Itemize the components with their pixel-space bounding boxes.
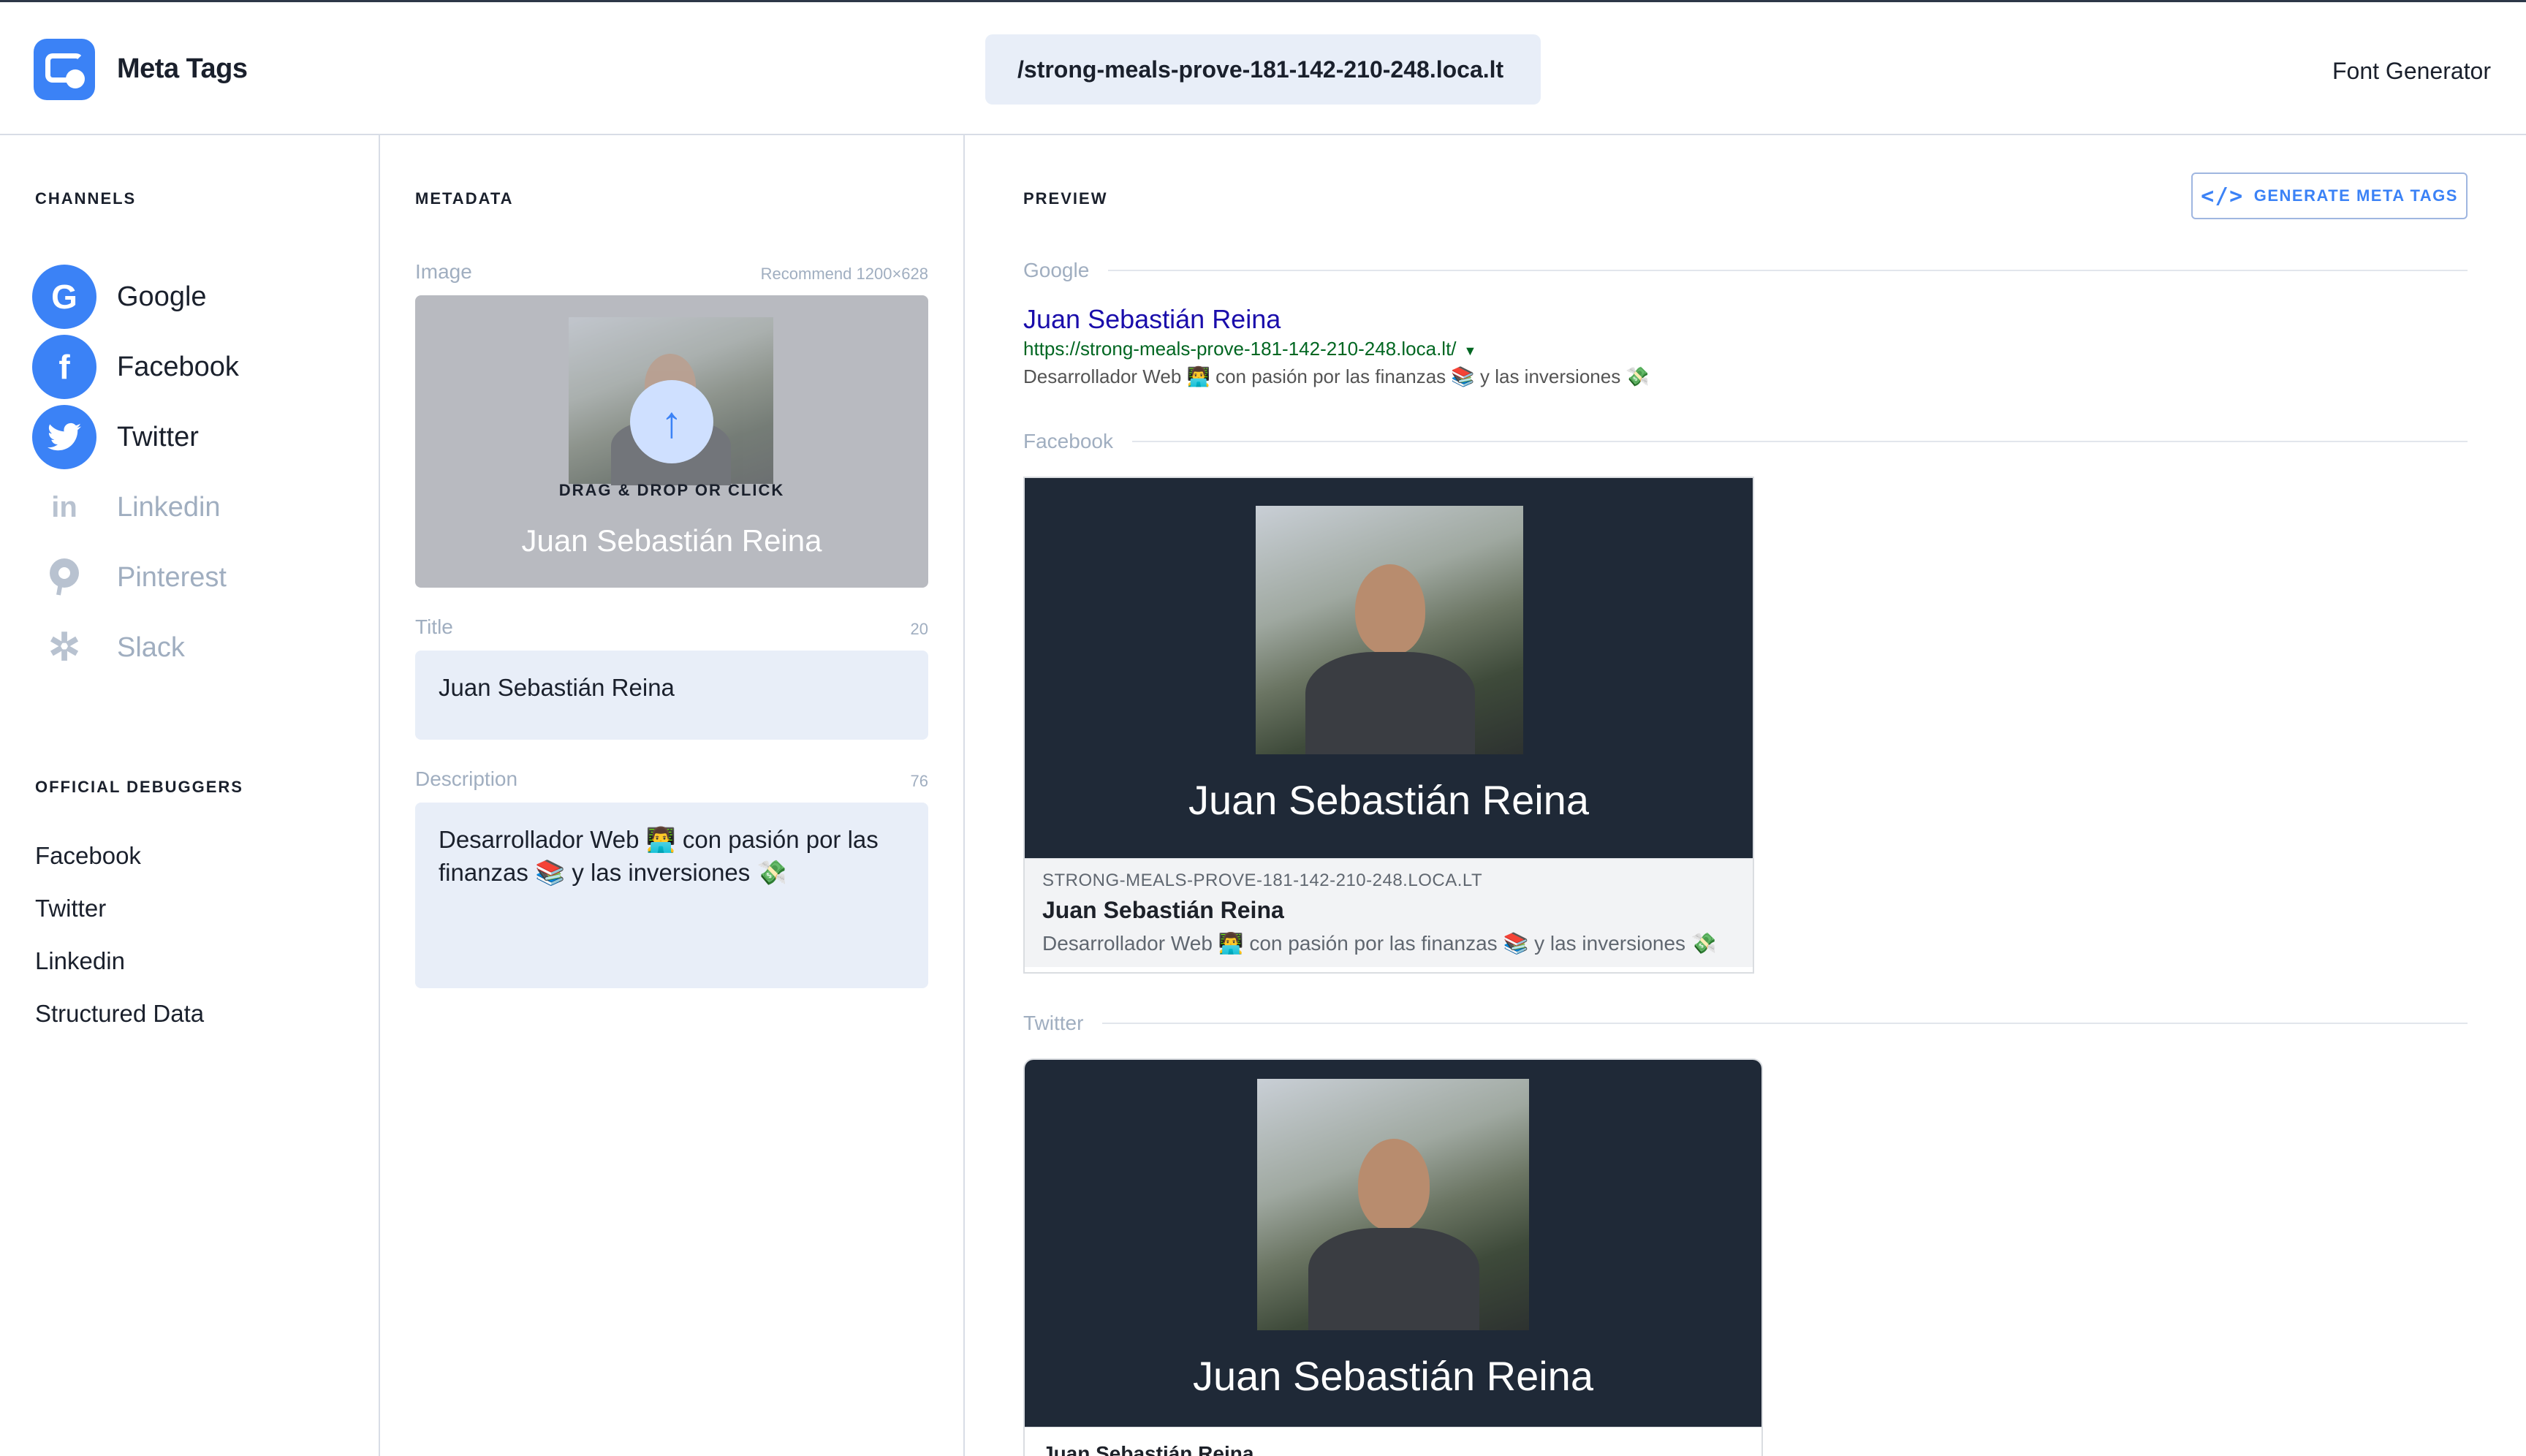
brand-name[interactable]: Meta Tags bbox=[117, 53, 248, 85]
channel-slack[interactable]: ✲ Slack bbox=[32, 615, 339, 680]
facebook-card-title: Juan Sebastián Reina bbox=[1042, 897, 1284, 923]
channel-pinterest[interactable]: Pinterest bbox=[32, 545, 339, 610]
debuggers-heading: OFFICIAL DEBUGGERS bbox=[35, 778, 243, 796]
preview-heading: PREVIEW bbox=[1023, 189, 1108, 208]
twitter-card-meta: Juan Sebastián Reina bbox=[1025, 1427, 1761, 1456]
google-section-header: Google bbox=[1023, 256, 2468, 285]
google-result-description: Desarrollador Web 👨‍💻 con pasión por las… bbox=[1023, 365, 1650, 387]
generate-button-label: GENERATE META TAGS bbox=[2253, 186, 2458, 205]
channel-google[interactable]: G Google bbox=[32, 265, 339, 329]
meta-tags-logo-icon[interactable] bbox=[34, 39, 95, 100]
linkedin-icon: in bbox=[51, 490, 77, 523]
facebook-section-header: Facebook bbox=[1023, 427, 2468, 456]
description-label: Description bbox=[415, 767, 518, 790]
facebook-card-domain: STRONG-MEALS-PROVE-181-142-210-248.LOCA.… bbox=[1042, 871, 1483, 890]
slack-icon: ✲ bbox=[48, 626, 80, 669]
profile-photo bbox=[1256, 506, 1523, 754]
twitter-image-title: Juan Sebastián Reina bbox=[1193, 1353, 1593, 1399]
title-label: Title bbox=[415, 615, 453, 638]
twitter-section-header: Twitter bbox=[1023, 1009, 2468, 1038]
channel-label: Slack bbox=[117, 632, 185, 663]
channel-linkedin[interactable]: in Linkedin bbox=[32, 475, 339, 539]
title-char-count: 20 bbox=[910, 620, 928, 638]
image-size-hint: Recommend 1200×628 bbox=[760, 265, 928, 283]
channel-label: Pinterest bbox=[117, 561, 227, 593]
pinterest-icon bbox=[32, 545, 96, 610]
dropdown-caret-icon: ▼ bbox=[1463, 344, 1477, 358]
header: Meta Tags Font Generator bbox=[0, 2, 2526, 135]
google-icon: G bbox=[32, 265, 96, 329]
twitter-section-label: Twitter bbox=[1023, 1012, 1084, 1034]
facebook-section-label: Facebook bbox=[1023, 430, 1113, 452]
debugger-facebook-link[interactable]: Facebook bbox=[35, 842, 141, 870]
image-dropzone[interactable]: ↑ DRAG & DROP OR CLICK Juan Sebastián Re… bbox=[415, 295, 928, 588]
facebook-icon: f bbox=[32, 335, 96, 399]
facebook-card-image: Juan Sebastián Reina bbox=[1025, 478, 1753, 858]
channel-label: Google bbox=[117, 281, 207, 312]
metadata-divider bbox=[963, 135, 965, 1456]
image-label: Image bbox=[415, 260, 472, 283]
debugger-structured-data-link[interactable]: Structured Data bbox=[35, 1000, 204, 1028]
channel-label: Linkedin bbox=[117, 491, 221, 523]
twitter-icon bbox=[32, 405, 96, 469]
channels-heading: CHANNELS bbox=[35, 189, 137, 208]
generate-meta-tags-button[interactable]: </> GENERATE META TAGS bbox=[2191, 172, 2468, 219]
facebook-image-title: Juan Sebastián Reina bbox=[1188, 777, 1589, 823]
twitter-preview-card: Juan Sebastián Reina Juan Sebastián Rein… bbox=[1023, 1058, 1763, 1456]
facebook-card-description: Desarrollador Web 👨‍💻 con pasión por las… bbox=[1042, 932, 1717, 955]
debugger-linkedin-link[interactable]: Linkedin bbox=[35, 947, 125, 975]
channel-twitter[interactable]: Twitter bbox=[32, 405, 339, 469]
profile-photo bbox=[1257, 1079, 1529, 1330]
font-generator-link[interactable]: Font Generator bbox=[2332, 58, 2491, 85]
title-input[interactable]: Juan Sebastián Reina bbox=[415, 651, 928, 740]
channel-facebook[interactable]: f Facebook bbox=[32, 335, 339, 399]
google-result-url: https://strong-meals-prove-181-142-210-2… bbox=[1023, 338, 1477, 360]
channel-label: Twitter bbox=[117, 421, 199, 452]
url-input[interactable] bbox=[985, 34, 1541, 105]
facebook-preview-card: Juan Sebastián Reina STRONG-MEALS-PROVE-… bbox=[1023, 477, 1754, 974]
metadata-heading: METADATA bbox=[415, 189, 514, 208]
twitter-card-image: Juan Sebastián Reina bbox=[1025, 1060, 1761, 1427]
description-char-count: 76 bbox=[910, 772, 928, 790]
channel-label: Facebook bbox=[117, 351, 239, 382]
description-textarea[interactable]: Desarrollador Web 👨‍💻 con pasión por las… bbox=[415, 803, 928, 988]
image-overlay-title: Juan Sebastián Reina bbox=[521, 523, 822, 558]
upload-arrow-icon[interactable]: ↑ bbox=[630, 380, 713, 463]
drag-drop-text: DRAG & DROP OR CLICK bbox=[558, 481, 785, 499]
code-icon: </> bbox=[2201, 183, 2244, 209]
google-section-label: Google bbox=[1023, 259, 1090, 281]
twitter-card-title: Juan Sebastián Reina bbox=[1042, 1442, 1254, 1456]
google-result-title[interactable]: Juan Sebastián Reina bbox=[1023, 304, 1281, 335]
facebook-card-meta: STRONG-MEALS-PROVE-181-142-210-248.LOCA.… bbox=[1025, 858, 1753, 967]
sidebar-divider bbox=[379, 135, 380, 1456]
debugger-twitter-link[interactable]: Twitter bbox=[35, 895, 106, 922]
